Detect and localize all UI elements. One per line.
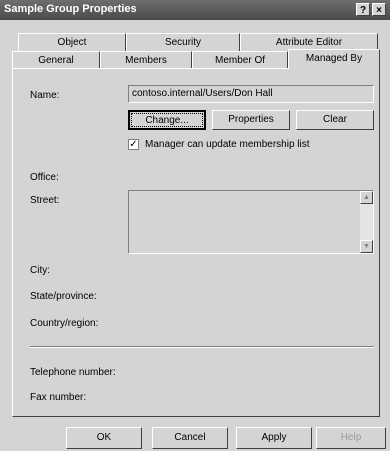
manager-update-label: Manager can update membership list [145, 139, 310, 150]
scroll-down-icon[interactable]: ▼ [360, 240, 373, 253]
tab-object[interactable]: Object [18, 33, 126, 51]
street-textarea[interactable]: ▲ ▼ [128, 190, 374, 254]
tab-managed-by[interactable]: Managed By [288, 49, 380, 69]
help-title-button[interactable]: ? [356, 3, 370, 16]
tab-members[interactable]: Members [100, 51, 192, 69]
city-label: City: [30, 265, 50, 276]
name-field[interactable]: contoso.internal/Users/Don Hall [128, 85, 374, 103]
fax-label: Fax number: [30, 392, 87, 403]
change-button[interactable]: Change... [128, 110, 206, 130]
street-label: Street: [30, 195, 60, 206]
apply-button[interactable]: Apply [236, 427, 312, 449]
tab-member-of[interactable]: Member Of [192, 51, 288, 69]
telephone-label: Telephone number: [30, 367, 116, 378]
window-title: Sample Group Properties [4, 3, 137, 15]
divider [30, 346, 374, 348]
country-label: Country/region: [30, 318, 99, 329]
properties-button[interactable]: Properties [212, 110, 290, 130]
tab-general[interactable]: General [12, 51, 100, 69]
office-label: Office: [30, 172, 59, 183]
manager-update-checkbox[interactable]: ✓ [128, 139, 139, 150]
state-label: State/province: [30, 291, 97, 302]
name-label: Name: [30, 90, 60, 101]
title-bar: Sample Group Properties ? × [0, 0, 390, 20]
help-button[interactable]: Help [316, 427, 386, 449]
clear-button[interactable]: Clear [296, 110, 374, 130]
scroll-up-icon[interactable]: ▲ [360, 191, 373, 204]
tab-security[interactable]: Security [126, 33, 240, 51]
ok-button[interactable]: OK [66, 427, 142, 449]
close-icon[interactable]: × [372, 3, 386, 16]
cancel-button[interactable]: Cancel [152, 427, 228, 449]
